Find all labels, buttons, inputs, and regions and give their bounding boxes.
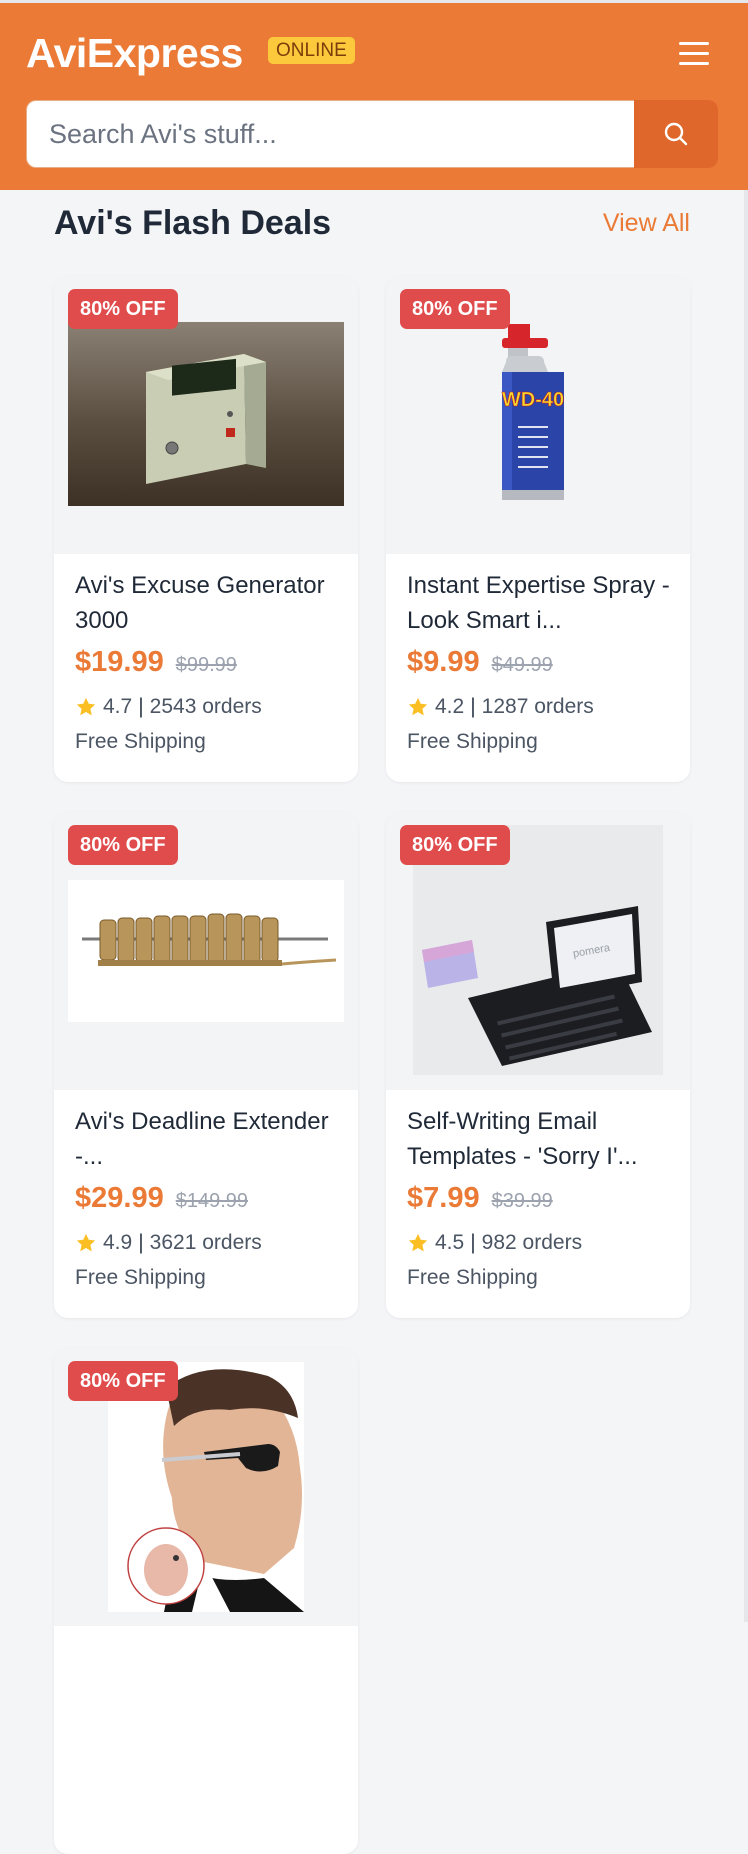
divider: | [470, 1231, 476, 1254]
original-price: $99.99 [175, 654, 237, 676]
rating-value: 4.2 [435, 695, 465, 718]
shipping-info: Free Shipping [407, 730, 538, 753]
rating-value: 4.7 [103, 695, 133, 718]
search-input[interactable] [26, 100, 634, 168]
price-row: $19.99 $99.99 [75, 646, 339, 684]
product-card[interactable]: pomera 80% OFF Self-Writing Email Templa… [386, 812, 690, 1318]
discount-badge: 80% OFF [400, 289, 510, 329]
discount-badge: 80% OFF [400, 825, 510, 865]
product-price: $9.99 [407, 646, 480, 678]
can-label: WD-40 [502, 389, 564, 411]
search-bar [26, 100, 718, 170]
original-price: $149.99 [175, 1190, 248, 1212]
original-price: $39.99 [491, 1190, 553, 1212]
search-button[interactable] [634, 100, 718, 168]
product-title[interactable]: Avi's Excuse Generator 3000 [75, 568, 339, 638]
view-all-link[interactable]: View All [603, 205, 690, 241]
discount-badge: 80% OFF [68, 1361, 178, 1401]
star-icon [408, 1233, 428, 1252]
status-badge: ONLINE [268, 37, 355, 64]
original-price: $49.99 [491, 654, 553, 676]
star-icon [76, 1233, 96, 1252]
price-row: $7.99 $39.99 [407, 1182, 671, 1220]
rating-row: 4.9 | 3621 orders [75, 1230, 339, 1256]
shipping-info: Free Shipping [75, 730, 206, 753]
order-count: 3621 orders [149, 1231, 262, 1254]
product-title[interactable]: Avi's Deadline Extender -... [75, 1104, 339, 1174]
product-info: Avi's Deadline Extender -... $29.99 $149… [75, 1104, 339, 1292]
rating-row: 4.2 | 1287 orders [407, 694, 671, 720]
divider: | [138, 695, 144, 718]
scrollbar-track[interactable] [744, 190, 748, 1622]
app-logo[interactable]: AviExpress [26, 29, 243, 77]
product-card[interactable]: 80% OFF Avi's Deadline Extender -... $29… [54, 812, 358, 1318]
rating-value: 4.9 [103, 1231, 133, 1254]
product-card[interactable]: WD-40 80% OFF Instant Expertise Spray - … [386, 276, 690, 782]
product-card[interactable]: 80% OFF Avi's Excuse Generator 3000 $19.… [54, 276, 358, 782]
rating-row: 4.5 | 982 orders [407, 1230, 671, 1256]
product-price: $19.99 [75, 646, 164, 678]
section-title: Avi's Flash Deals [54, 204, 332, 242]
product-title[interactable]: Instant Expertise Spray - Look Smart i..… [407, 568, 671, 638]
discount-badge: 80% OFF [68, 289, 178, 329]
shipping-info: Free Shipping [407, 1266, 538, 1289]
search-icon [664, 122, 688, 146]
rating-row: 4.7 | 2543 orders [75, 694, 339, 720]
rating-value: 4.5 [435, 1231, 465, 1254]
price-row: $9.99 $49.99 [407, 646, 671, 684]
star-icon [408, 697, 428, 716]
divider: | [470, 695, 476, 718]
product-info: Avi's Excuse Generator 3000 $19.99 $99.9… [75, 568, 339, 756]
product-info: Self-Writing Email Templates - 'Sorry I'… [407, 1104, 671, 1292]
product-info: Instant Expertise Spray - Look Smart i..… [407, 568, 671, 756]
hamburger-menu-icon[interactable] [676, 37, 712, 71]
product-price: $7.99 [407, 1182, 480, 1214]
order-count: 982 orders [481, 1231, 583, 1254]
product-card[interactable]: 80% OFF [54, 1348, 358, 1854]
shipping-info: Free Shipping [75, 1266, 206, 1289]
product-price: $29.99 [75, 1182, 164, 1214]
price-row: $29.99 $149.99 [75, 1182, 339, 1220]
star-icon [76, 697, 96, 716]
order-count: 1287 orders [481, 695, 594, 718]
discount-badge: 80% OFF [68, 825, 178, 865]
divider: | [138, 1231, 144, 1254]
app-header: AviExpress ONLINE [0, 3, 748, 190]
order-count: 2543 orders [149, 695, 262, 718]
product-title[interactable]: Self-Writing Email Templates - 'Sorry I'… [407, 1104, 671, 1174]
